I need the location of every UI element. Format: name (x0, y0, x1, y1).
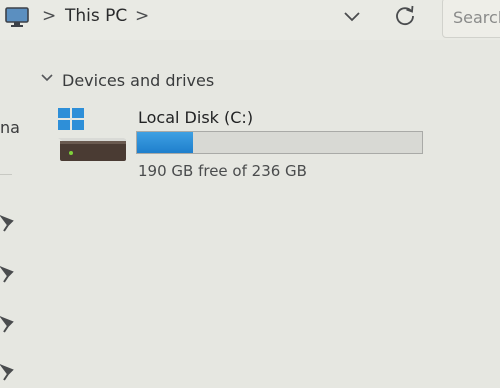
breadcrumb-expand-separator[interactable]: > (135, 6, 149, 26)
breadcrumb-this-pc[interactable]: This PC (65, 6, 127, 26)
navigation-pane (0, 40, 24, 388)
pin-icon[interactable] (0, 266, 16, 284)
breadcrumb-separator[interactable]: > (42, 6, 56, 26)
nav-divider (0, 174, 12, 175)
refresh-icon[interactable] (392, 3, 418, 29)
chevron-down-icon[interactable] (340, 4, 364, 28)
drive-item-local-disk-c[interactable]: Local Disk (C:) 190 GB free of 236 GB (52, 100, 442, 184)
group-header-devices-and-drives[interactable]: Devices and drives (62, 71, 214, 90)
pin-icon[interactable] (0, 364, 16, 382)
drive-name: Local Disk (C:) (138, 108, 254, 127)
hard-drive-icon (56, 105, 130, 163)
nav-item-label[interactable]: na (0, 118, 20, 137)
monitor-icon[interactable] (4, 6, 30, 28)
drive-usage-bar (136, 131, 423, 154)
address-bar: > This PC > Search (0, 0, 500, 40)
search-input[interactable]: Search (442, 0, 500, 38)
pin-icon[interactable] (0, 316, 16, 334)
drive-free-space: 190 GB free of 236 GB (138, 162, 307, 180)
chevron-down-icon[interactable] (39, 70, 55, 84)
pin-icon[interactable] (0, 215, 16, 233)
search-placeholder: Search (453, 8, 500, 27)
drive-usage-fill (137, 132, 193, 153)
